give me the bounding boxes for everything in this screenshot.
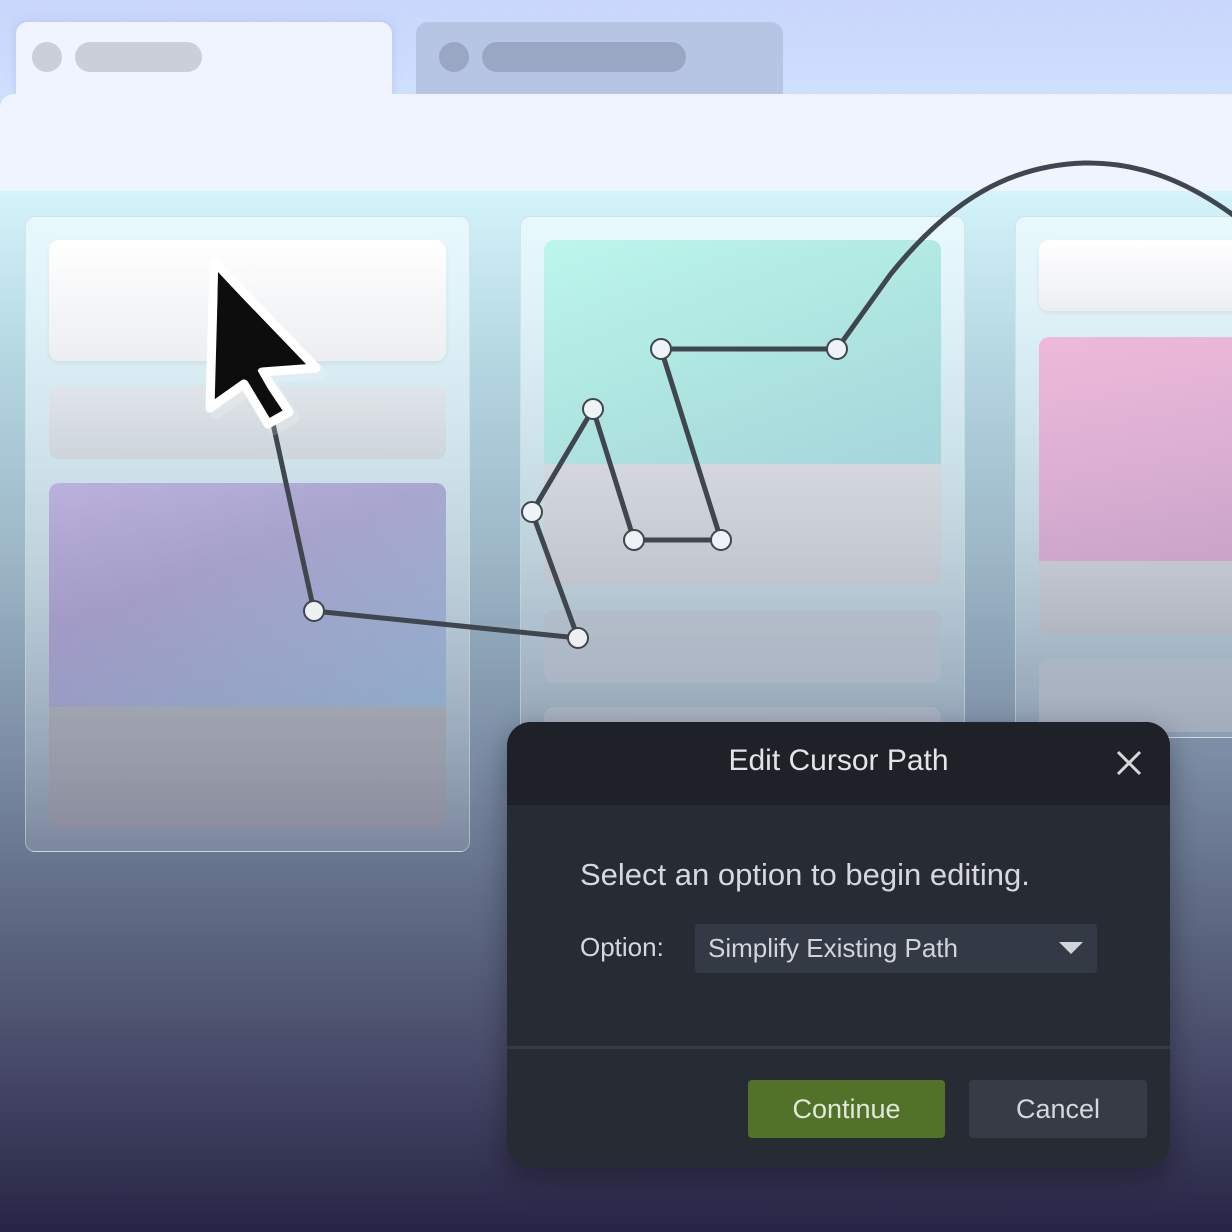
- board-column-1: [25, 216, 470, 852]
- browser-tab-inactive[interactable]: [416, 22, 783, 102]
- card-image-shade: [49, 483, 446, 707]
- browser-tab-active[interactable]: [16, 22, 392, 102]
- option-dropdown-value: Simplify Existing Path: [708, 933, 958, 963]
- close-button[interactable]: [1114, 748, 1144, 778]
- tab-title-placeholder: [482, 42, 686, 72]
- continue-button[interactable]: Continue: [748, 1080, 945, 1138]
- dialog-title: Edit Cursor Path: [728, 744, 949, 777]
- card-footer: [49, 707, 446, 828]
- card-footer: [544, 464, 941, 585]
- board-card[interactable]: [49, 386, 446, 459]
- app-stage: Edit Cursor Path Select an option to beg…: [0, 0, 1232, 1232]
- close-icon: [1116, 750, 1142, 776]
- tab-title-placeholder: [75, 42, 202, 72]
- board-card-image[interactable]: [544, 240, 941, 585]
- cancel-button[interactable]: Cancel: [969, 1080, 1147, 1138]
- board-card-image[interactable]: [49, 483, 446, 828]
- board-column-3: [1015, 216, 1232, 738]
- board-card[interactable]: [49, 240, 446, 361]
- tab-favicon: [32, 42, 62, 72]
- option-label: Option:: [580, 932, 664, 962]
- caret-down-icon: [1059, 942, 1083, 954]
- dialog-divider: [507, 1046, 1170, 1049]
- dialog-header: Edit Cursor Path: [507, 722, 1170, 805]
- board-card[interactable]: [544, 610, 941, 683]
- board-card[interactable]: [1039, 240, 1232, 311]
- card-image-pink: [1039, 337, 1232, 561]
- dialog-message: Select an option to begin editing.: [580, 857, 1030, 892]
- tab-favicon: [439, 42, 469, 72]
- option-dropdown[interactable]: Simplify Existing Path: [695, 924, 1097, 973]
- card-image-mint: [544, 240, 941, 464]
- edit-cursor-path-dialog: Edit Cursor Path Select an option to beg…: [507, 722, 1170, 1167]
- board-card-image[interactable]: [1039, 337, 1232, 634]
- browser-toolbar: [0, 94, 1232, 191]
- board-column-2: [520, 216, 965, 780]
- card-footer: [1039, 561, 1232, 634]
